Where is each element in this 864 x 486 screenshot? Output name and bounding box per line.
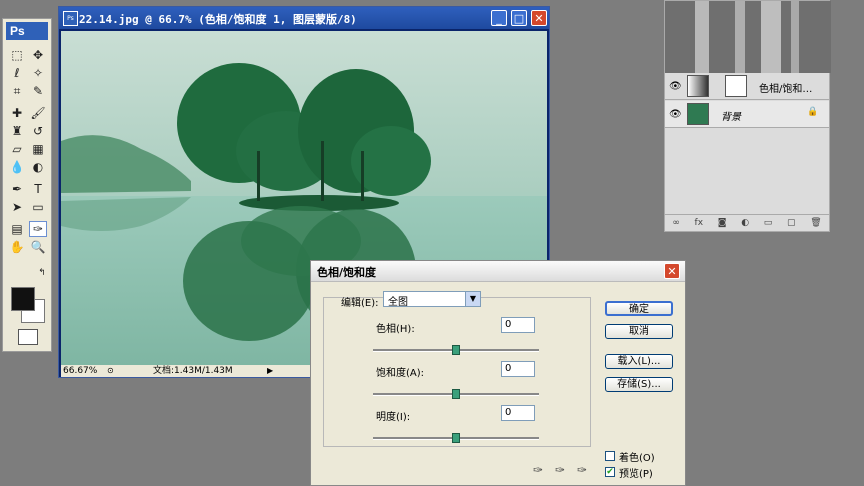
layer-name: 背景 (721, 112, 741, 123)
brush-tool-icon[interactable]: 🖌 (29, 105, 47, 121)
document-info: 文档:1.43M/1.43M (153, 366, 233, 376)
layer-name: 色相/饱和… (759, 84, 813, 95)
hand-tool-icon[interactable]: ✋ (8, 239, 26, 255)
load-button[interactable]: 载入(L)... (605, 354, 673, 369)
eyedropper-minus-icon[interactable]: ✑ (577, 463, 587, 477)
healing-brush-icon[interactable]: ✚ (8, 105, 26, 121)
cancel-button[interactable]: 取消 (605, 324, 673, 339)
mask-icon[interactable]: ◙ (718, 218, 727, 228)
toolbox-panel: Ps ⬚ ✥ ℓ ✧ ⌗ ✎ ✚ 🖌 ♜ ↺ ▱ ▦ 💧 ◐ ✒ T ➤ ▭ ▤… (2, 18, 52, 352)
folder-icon[interactable]: ▭ (764, 218, 773, 228)
edit-range-value: 全图 (388, 297, 408, 308)
blur-tool-icon[interactable]: 💧 (8, 159, 26, 175)
hue-slider-knob[interactable] (452, 345, 460, 355)
notes-tool-icon[interactable]: ▤ (8, 221, 26, 237)
visibility-eye-icon[interactable]: 👁 (669, 81, 682, 92)
swap-colors-icon[interactable]: ↰ (33, 265, 51, 281)
stamp-tool-icon[interactable]: ♜ (8, 123, 26, 139)
lightness-slider-knob[interactable] (452, 433, 460, 443)
photoshop-logo: Ps (6, 22, 48, 40)
edit-label: 编辑(E): (341, 298, 379, 309)
pen-tool-icon[interactable]: ✒ (8, 181, 26, 197)
trash-icon[interactable]: 🗑 (810, 218, 821, 228)
status-icon[interactable]: ⊙ (107, 365, 114, 377)
document-title: 22.14.jpg @ 66.7% (色相/饱和度 1, 图层蒙版/8) (79, 13, 357, 26)
edit-range-select[interactable]: 全图 ▼ (383, 291, 481, 308)
lightness-label: 明度(I): (376, 412, 411, 423)
slice-tool-icon[interactable]: ✎ (29, 83, 47, 99)
type-tool-icon[interactable]: T (29, 181, 47, 197)
dialog-title: 色相/饱和度 (317, 266, 377, 279)
magic-wand-icon[interactable]: ✧ (29, 65, 47, 81)
hue-label: 色相(H): (376, 324, 415, 335)
visibility-eye-icon[interactable]: 👁 (669, 109, 682, 120)
shape-tool-icon[interactable]: ▭ (29, 199, 47, 215)
link-icon[interactable]: ∞ (672, 218, 680, 228)
zoom-level[interactable]: 66.67% (63, 365, 97, 377)
adjustment-icon[interactable]: ◐ (741, 218, 749, 228)
dialog-titlebar[interactable]: 色相/饱和度 ✕ (311, 261, 685, 282)
colorize-checkbox[interactable] (605, 451, 615, 461)
lock-icon: 🔒 (807, 107, 819, 117)
path-select-icon[interactable]: ➤ (8, 199, 26, 215)
dialog-close-button[interactable]: ✕ (664, 263, 680, 279)
eyedropper-tool-icon[interactable]: ✑ (29, 221, 47, 237)
marquee-tool-icon[interactable]: ⬚ (8, 47, 26, 63)
saturation-input[interactable]: 0 (501, 361, 535, 377)
hue-saturation-dialog: 色相/饱和度 ✕ 编辑(E): 全图 ▼ 色相(H): 0 饱和度(A): 0 … (310, 260, 686, 486)
adjustment-layer-thumbnail (687, 75, 709, 97)
lasso-tool-icon[interactable]: ℓ (8, 65, 26, 81)
eyedropper-icon[interactable]: ✑ (533, 463, 543, 477)
fx-icon[interactable]: fx (695, 218, 704, 228)
ok-button[interactable]: 确定 (605, 301, 673, 316)
layer-row[interactable]: 👁 背景 🔒 (665, 101, 829, 128)
layer-row[interactable]: 👁 色相/饱和… (665, 73, 829, 100)
quick-mask-button[interactable] (18, 329, 38, 345)
dodge-tool-icon[interactable]: ◐ (29, 159, 47, 175)
layers-panel-footer: ∞ fx ◙ ◐ ▭ ▢ 🗑 (665, 214, 829, 231)
new-layer-icon[interactable]: ▢ (787, 218, 796, 228)
history-brush-icon[interactable]: ↺ (29, 123, 47, 139)
adjustment-group (323, 297, 591, 447)
close-button[interactable]: ✕ (531, 10, 547, 26)
document-ps-icon: Ps (63, 11, 78, 26)
chevron-down-icon[interactable]: ▼ (465, 292, 480, 306)
move-tool-icon[interactable]: ✥ (29, 47, 47, 63)
preview-label: 预览(P) (619, 469, 653, 480)
layers-panel-blur (665, 1, 831, 73)
foreground-color-swatch[interactable] (11, 287, 35, 311)
background-layer-thumbnail (687, 103, 709, 125)
gradient-tool-icon[interactable]: ▦ (29, 141, 47, 157)
minimize-button[interactable]: _ (491, 10, 507, 26)
saturation-slider-knob[interactable] (452, 389, 460, 399)
eyedropper-plus-icon[interactable]: ✑ (555, 463, 565, 477)
crop-tool-icon[interactable]: ⌗ (8, 83, 26, 99)
saturation-label: 饱和度(A): (376, 368, 425, 379)
status-menu-arrow-icon[interactable]: ▶ (267, 365, 273, 377)
layer-mask-thumbnail[interactable] (725, 75, 747, 97)
save-button[interactable]: 存储(S)... (605, 377, 673, 392)
preview-checkbox[interactable]: ✔ (605, 467, 615, 477)
colorize-label: 着色(O) (619, 453, 655, 464)
lightness-input[interactable]: 0 (501, 405, 535, 421)
document-titlebar[interactable]: Ps 22.14.jpg @ 66.7% (色相/饱和度 1, 图层蒙版/8) … (59, 7, 549, 29)
maximize-button[interactable]: □ (511, 10, 527, 26)
zoom-tool-icon[interactable]: 🔍 (29, 239, 47, 255)
hue-input[interactable]: 0 (501, 317, 535, 333)
layers-panel: 👁 色相/饱和… 👁 背景 🔒 ∞ fx ◙ ◐ ▭ ▢ 🗑 (664, 0, 831, 232)
eraser-tool-icon[interactable]: ▱ (8, 141, 26, 157)
